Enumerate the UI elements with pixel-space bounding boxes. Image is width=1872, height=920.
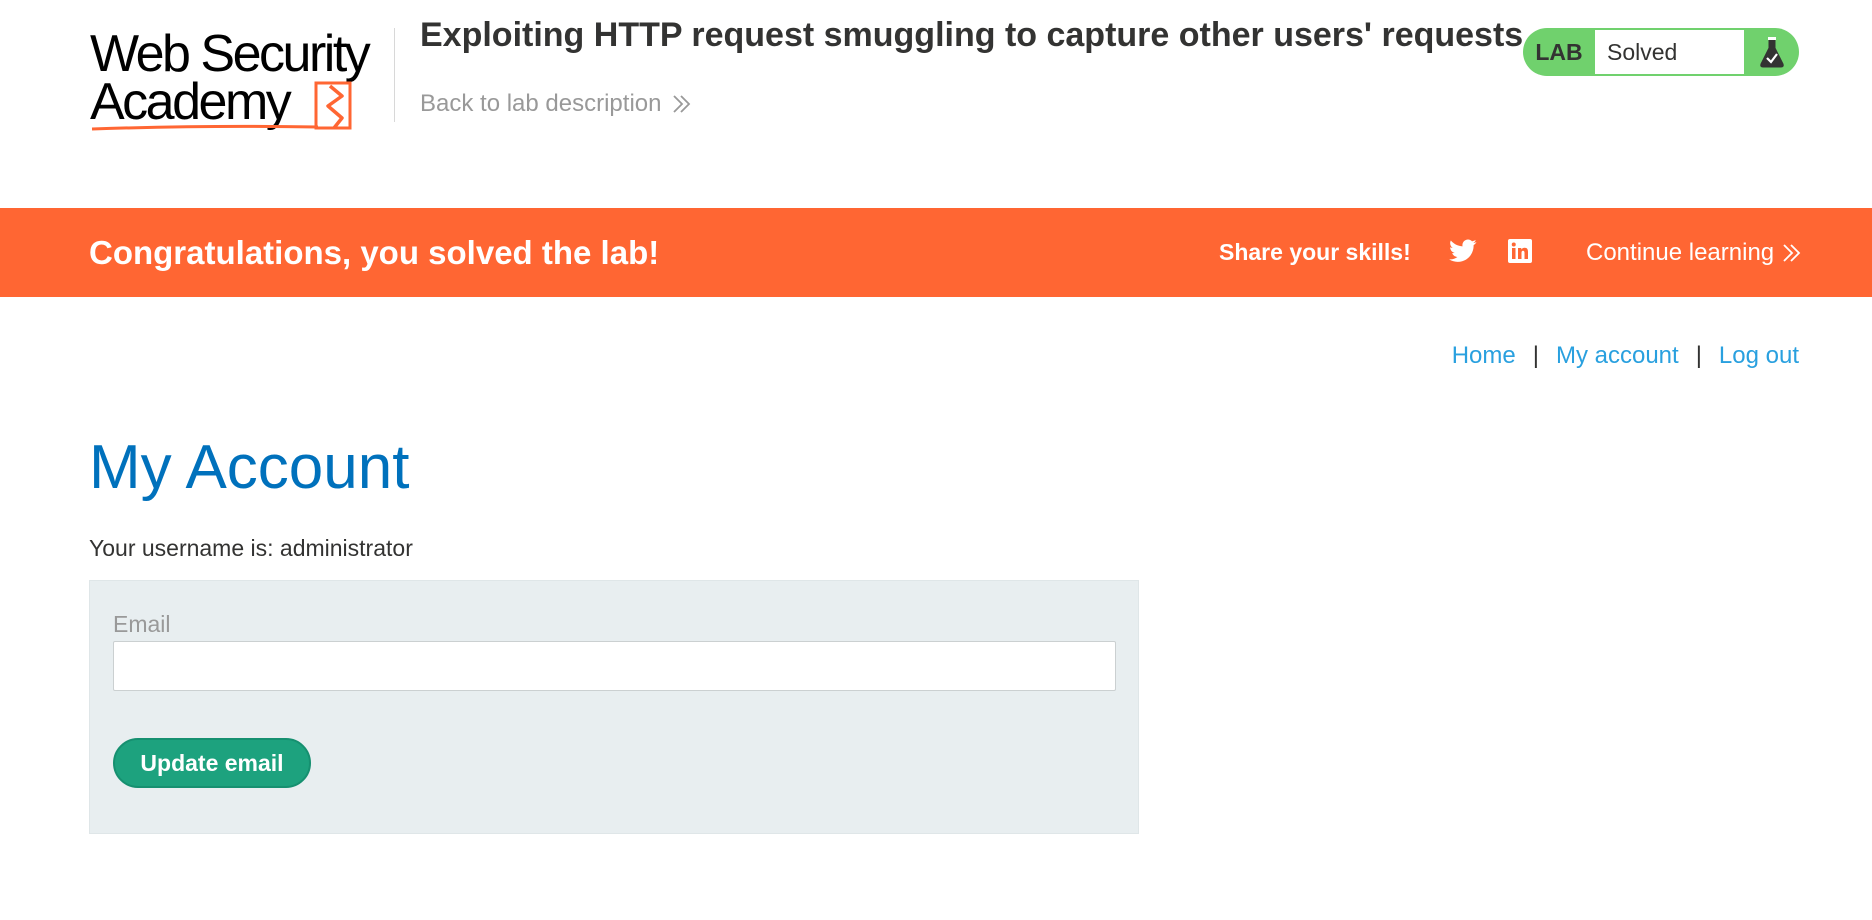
username-text: Your username is: administrator: [89, 535, 413, 561]
change-email-form: Email Update email: [89, 580, 1139, 834]
flask-solved-icon: [1744, 28, 1799, 76]
double-chevron-right-icon: [1783, 244, 1801, 262]
congratulations-message: Congratulations, you solved the lab!: [89, 234, 660, 271]
lab-header: Web Security Academy Exploiting HTTP req…: [0, 0, 1872, 208]
email-label: Email: [113, 611, 171, 637]
solved-notification-banner: Congratulations, you solved the lab! Sha…: [0, 208, 1872, 297]
email-field[interactable]: [113, 641, 1116, 691]
linkedin-icon[interactable]: [1505, 236, 1535, 266]
share-skills-label: Share your skills!: [1219, 239, 1411, 265]
top-navigation: Home | My account | Log out: [1452, 342, 1799, 370]
my-account-link[interactable]: My account: [1556, 342, 1679, 370]
continue-learning-link[interactable]: Continue learning: [1586, 239, 1802, 267]
log-out-link[interactable]: Log out: [1719, 342, 1799, 370]
double-chevron-right-icon: [673, 95, 691, 113]
home-link[interactable]: Home: [1452, 342, 1516, 370]
lab-badge: LAB: [1535, 39, 1583, 65]
logo-lightning-icon: [91, 81, 352, 131]
continue-learning-label: Continue learning: [1586, 239, 1775, 266]
lab-status-text: Solved: [1595, 30, 1744, 74]
lab-title: Exploiting HTTP request smuggling to cap…: [420, 16, 1524, 54]
twitter-icon[interactable]: [1448, 236, 1478, 266]
update-email-button[interactable]: Update email: [113, 738, 311, 788]
web-security-academy-logo[interactable]: Web Security Academy: [90, 26, 395, 134]
back-link-label: Back to lab description: [420, 90, 662, 117]
page-title: My Account: [89, 433, 410, 502]
nav-separator: |: [1695, 342, 1702, 369]
lab-status-widget: LAB Solved: [1523, 28, 1799, 76]
back-to-lab-description-link[interactable]: Back to lab description: [420, 90, 693, 118]
header-divider: [394, 28, 395, 122]
nav-separator: |: [1532, 342, 1539, 369]
